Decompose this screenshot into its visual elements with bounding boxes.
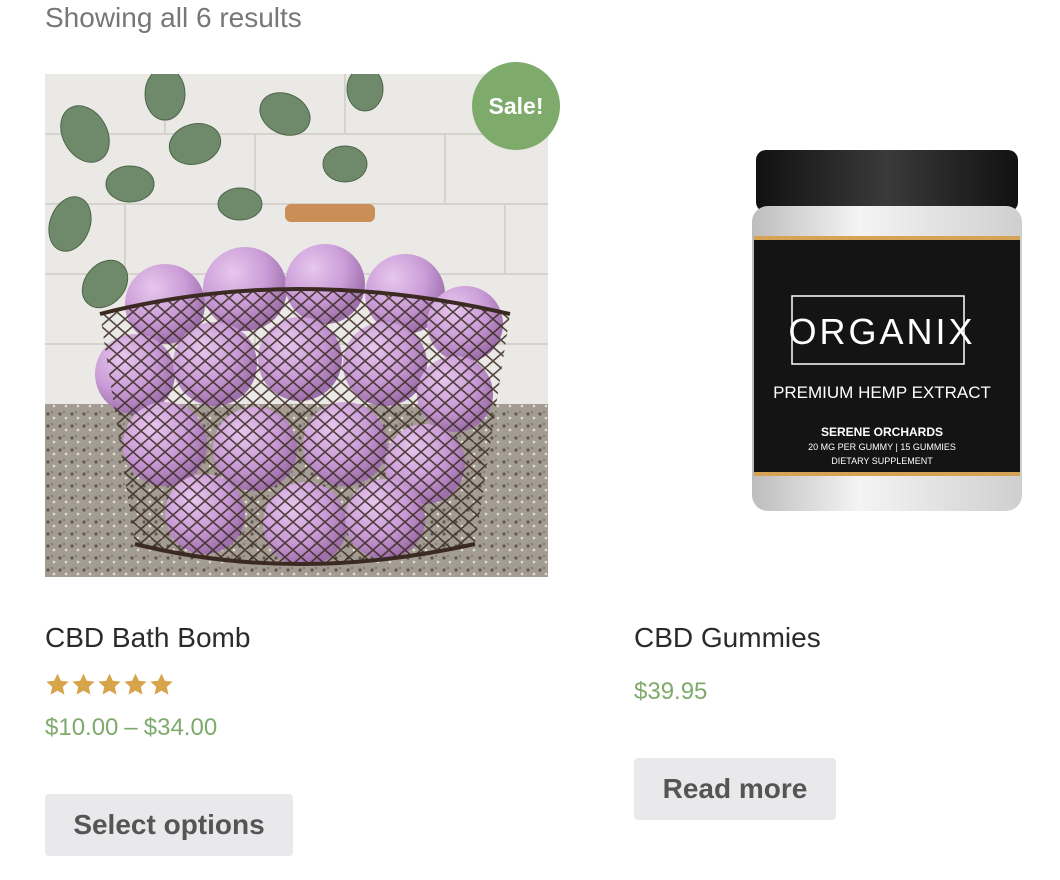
product-title[interactable]: CBD Gummies [634, 622, 821, 654]
product-image-gummies[interactable]: ORGANIX PREMIUM HEMP EXTRACT SERENE ORCH… [634, 74, 1034, 577]
label-line-4: DIETARY SUPPLEMENT [831, 456, 933, 466]
star-icon [124, 673, 147, 695]
product-card-gummies: ORGANIX PREMIUM HEMP EXTRACT SERENE ORCH… [634, 74, 1034, 820]
label-line-2: SERENE ORCHARDS [821, 425, 943, 439]
product-image-bath-bomb[interactable] [45, 74, 548, 577]
label-line-1: PREMIUM HEMP EXTRACT [773, 383, 991, 402]
price-separator: – [124, 714, 138, 741]
star-icon [150, 673, 173, 695]
select-options-button[interactable]: Select options [45, 794, 293, 856]
star-icon [98, 673, 121, 695]
product-title[interactable]: CBD Bath Bomb [45, 622, 250, 654]
organix-brand-logo: ORGANIX [788, 311, 975, 352]
price-range: $10.00– $34.00 [45, 714, 217, 742]
star-icon [46, 673, 69, 695]
sale-badge: Sale! [472, 62, 560, 150]
price: $39.95 [634, 678, 708, 705]
read-more-button[interactable]: Read more [634, 758, 836, 820]
label-line-3: 20 MG PER GUMMY | 15 GUMMIES [808, 442, 956, 452]
product-card-bath-bomb: CBD Bath Bomb $10.00– $34.00 Select optio… [45, 74, 548, 856]
star-rating [45, 672, 174, 697]
star-icon [72, 673, 95, 695]
price-min: $10.00 [45, 714, 119, 741]
price-max: $34.00 [143, 714, 218, 741]
result-count: Showing all 6 results [45, 2, 302, 33]
